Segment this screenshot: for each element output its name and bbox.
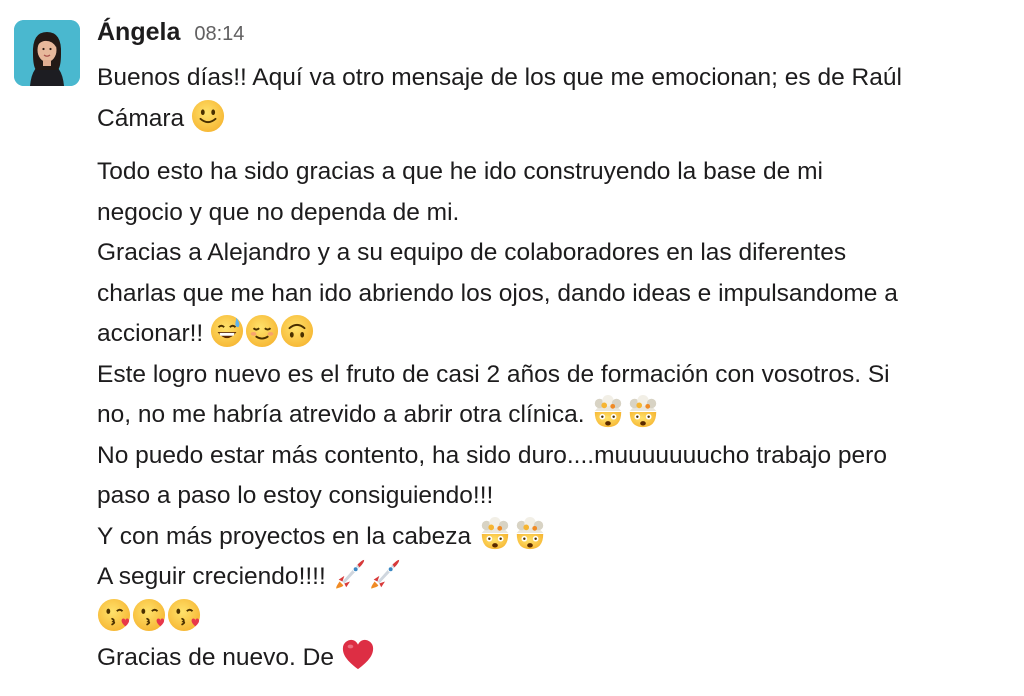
line-text: Este logro nuevo es el fruto de casi 2 a… [97,360,890,388]
exploding-head-emoji-icon [478,517,512,551]
line-text: Cámara [97,104,185,132]
message-line: Cámara [97,99,1012,140]
line-text: accionar!! [97,320,204,347]
message-header: Ángela 08:14 [97,18,244,52]
avatar[interactable] [14,20,80,86]
line-text: no, no me habría atrevido a abrir otra c… [97,401,585,428]
chat-message: Ángela 08:14 Buenos días!! Aquí va otro … [0,0,1024,696]
rocket-emoji-icon [333,557,367,591]
exploding-head-emoji-icon [626,395,660,429]
line-text: Gracias a Alejandro y a su equipo de col… [97,239,847,266]
message-line: No puedo estar más contento, ha sido dur… [97,436,1012,477]
message-line: Gracias de nuevo. De [97,638,1012,679]
message-line: no, no me habría atrevido a abrir otra c… [97,395,1012,436]
author-name[interactable]: Ángela [97,18,180,47]
message-line: Buenos días!! Aquí va otro mensaje de lo… [97,58,1012,99]
line-text: paso a paso lo estoy consiguiendo!!! [97,482,494,509]
message-line: Este logro nuevo es el fruto de casi 2 a… [97,355,1012,396]
face-blowing-kiss-emoji-icon [167,598,201,632]
person-avatar-icon [14,20,80,86]
line-text: No puedo estar más contento, ha sido dur… [97,441,887,469]
relaxed-smile-emoji-icon [245,314,279,348]
message-line: paso a paso lo estoy consiguiendo!!! [97,476,1012,517]
message-body: Buenos días!! Aquí va otro mensaje de lo… [97,58,1012,679]
message-line: Todo esto ha sido gracias a que he ido c… [97,152,1012,193]
red-heart-emoji-icon [341,638,375,672]
message-timestamp[interactable]: 08:14 [194,23,244,46]
exploding-head-emoji-icon [591,395,625,429]
exploding-head-emoji-icon [513,517,547,551]
line-text: Todo esto ha sido gracias a que he ido c… [97,158,823,185]
sweat-smile-emoji-icon [210,314,244,348]
line-text: Buenos días!! Aquí va otro mensaje de lo… [97,64,902,91]
slightly-smiling-face-emoji-icon [191,99,225,133]
message-line: Gracias a Alejandro y a su equipo de col… [97,233,1012,274]
message-line: accionar!! [97,314,1012,355]
message-line: negocio y que no dependa de mi. [97,193,1012,234]
rocket-emoji-icon [368,557,402,591]
message-line: Y con más proyectos en la cabeza [97,517,1012,558]
line-text: A seguir creciendo!!!! [97,563,326,590]
upside-down-face-emoji-icon [280,314,314,348]
line-text: charlas que me han ido abriendo los ojos… [97,279,898,307]
line-text: Y con más proyectos en la cabeza [97,522,472,550]
line-text: negocio y que no dependa de mi. [97,198,460,226]
face-blowing-kiss-emoji-icon [97,598,131,632]
message-line: charlas que me han ido abriendo los ojos… [97,274,1012,315]
message-line: A seguir creciendo!!!! [97,557,1012,598]
line-text: Gracias de nuevo. De [97,644,334,671]
message-line [97,598,1012,639]
face-blowing-kiss-emoji-icon [132,598,166,632]
